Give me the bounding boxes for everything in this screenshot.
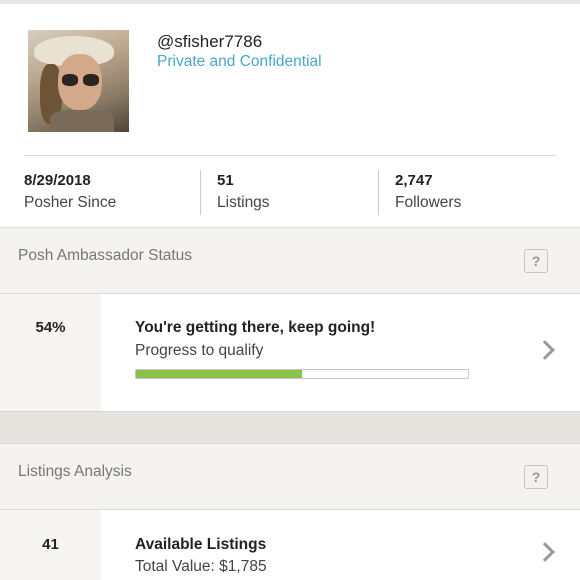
- stat-value: 2,747: [395, 172, 433, 189]
- row-title: You're getting there, keep going!: [135, 319, 376, 336]
- section-title: Listings Analysis: [18, 463, 132, 480]
- avatar-sunglasses-right: [83, 74, 99, 86]
- row-subtitle: Progress to qualify: [135, 342, 264, 359]
- row-title: Available Listings: [135, 536, 267, 553]
- page: @sfisher7786 Private and Confidential 8/…: [0, 0, 580, 580]
- chevron-right-icon[interactable]: [535, 340, 555, 360]
- stat-value: 8/29/2018: [24, 172, 91, 189]
- username[interactable]: @sfisher7786: [157, 32, 262, 52]
- section-gap: [0, 411, 580, 444]
- avatar-top: [50, 110, 114, 132]
- ambassador-section-header: Posh Ambassador Status ?: [0, 228, 580, 294]
- stat-listings[interactable]: 51 Listings: [217, 172, 270, 212]
- stat-label: Posher Since: [24, 194, 117, 211]
- stat-separator: [200, 170, 201, 215]
- progress-bar: [135, 369, 469, 379]
- stat-label: Followers: [395, 194, 462, 211]
- avatar-sunglasses-left: [62, 74, 78, 86]
- section-title: Posh Ambassador Status: [18, 247, 193, 264]
- progress-bar-fill: [136, 370, 302, 378]
- stat-value: 51: [217, 172, 234, 189]
- avatar[interactable]: [28, 30, 129, 132]
- divider: [24, 155, 557, 156]
- stat-separator: [378, 170, 379, 215]
- help-button[interactable]: ?: [524, 465, 548, 489]
- ambassador-progress-row[interactable]: 54% You're getting there, keep going! Pr…: [0, 294, 580, 411]
- available-listings-row[interactable]: 41 Available Listings Total Value: $1,78…: [0, 510, 580, 580]
- profile-card: @sfisher7786 Private and Confidential 8/…: [0, 0, 580, 228]
- privacy-link[interactable]: Private and Confidential: [157, 53, 322, 71]
- stat-label: Listings: [217, 194, 270, 211]
- listing-count: 41: [42, 536, 59, 553]
- left-column: 41: [0, 510, 101, 580]
- help-button[interactable]: ?: [524, 249, 548, 273]
- row-subtitle: Total Value: $1,785: [135, 558, 267, 575]
- progress-percent: 54%: [35, 319, 66, 336]
- left-column: 54%: [0, 294, 101, 411]
- chevron-right-icon[interactable]: [535, 542, 555, 562]
- stat-posher-since: 8/29/2018 Posher Since: [24, 172, 116, 212]
- stat-followers[interactable]: 2,747 Followers: [395, 172, 461, 212]
- listings-section-header: Listings Analysis ?: [0, 444, 580, 510]
